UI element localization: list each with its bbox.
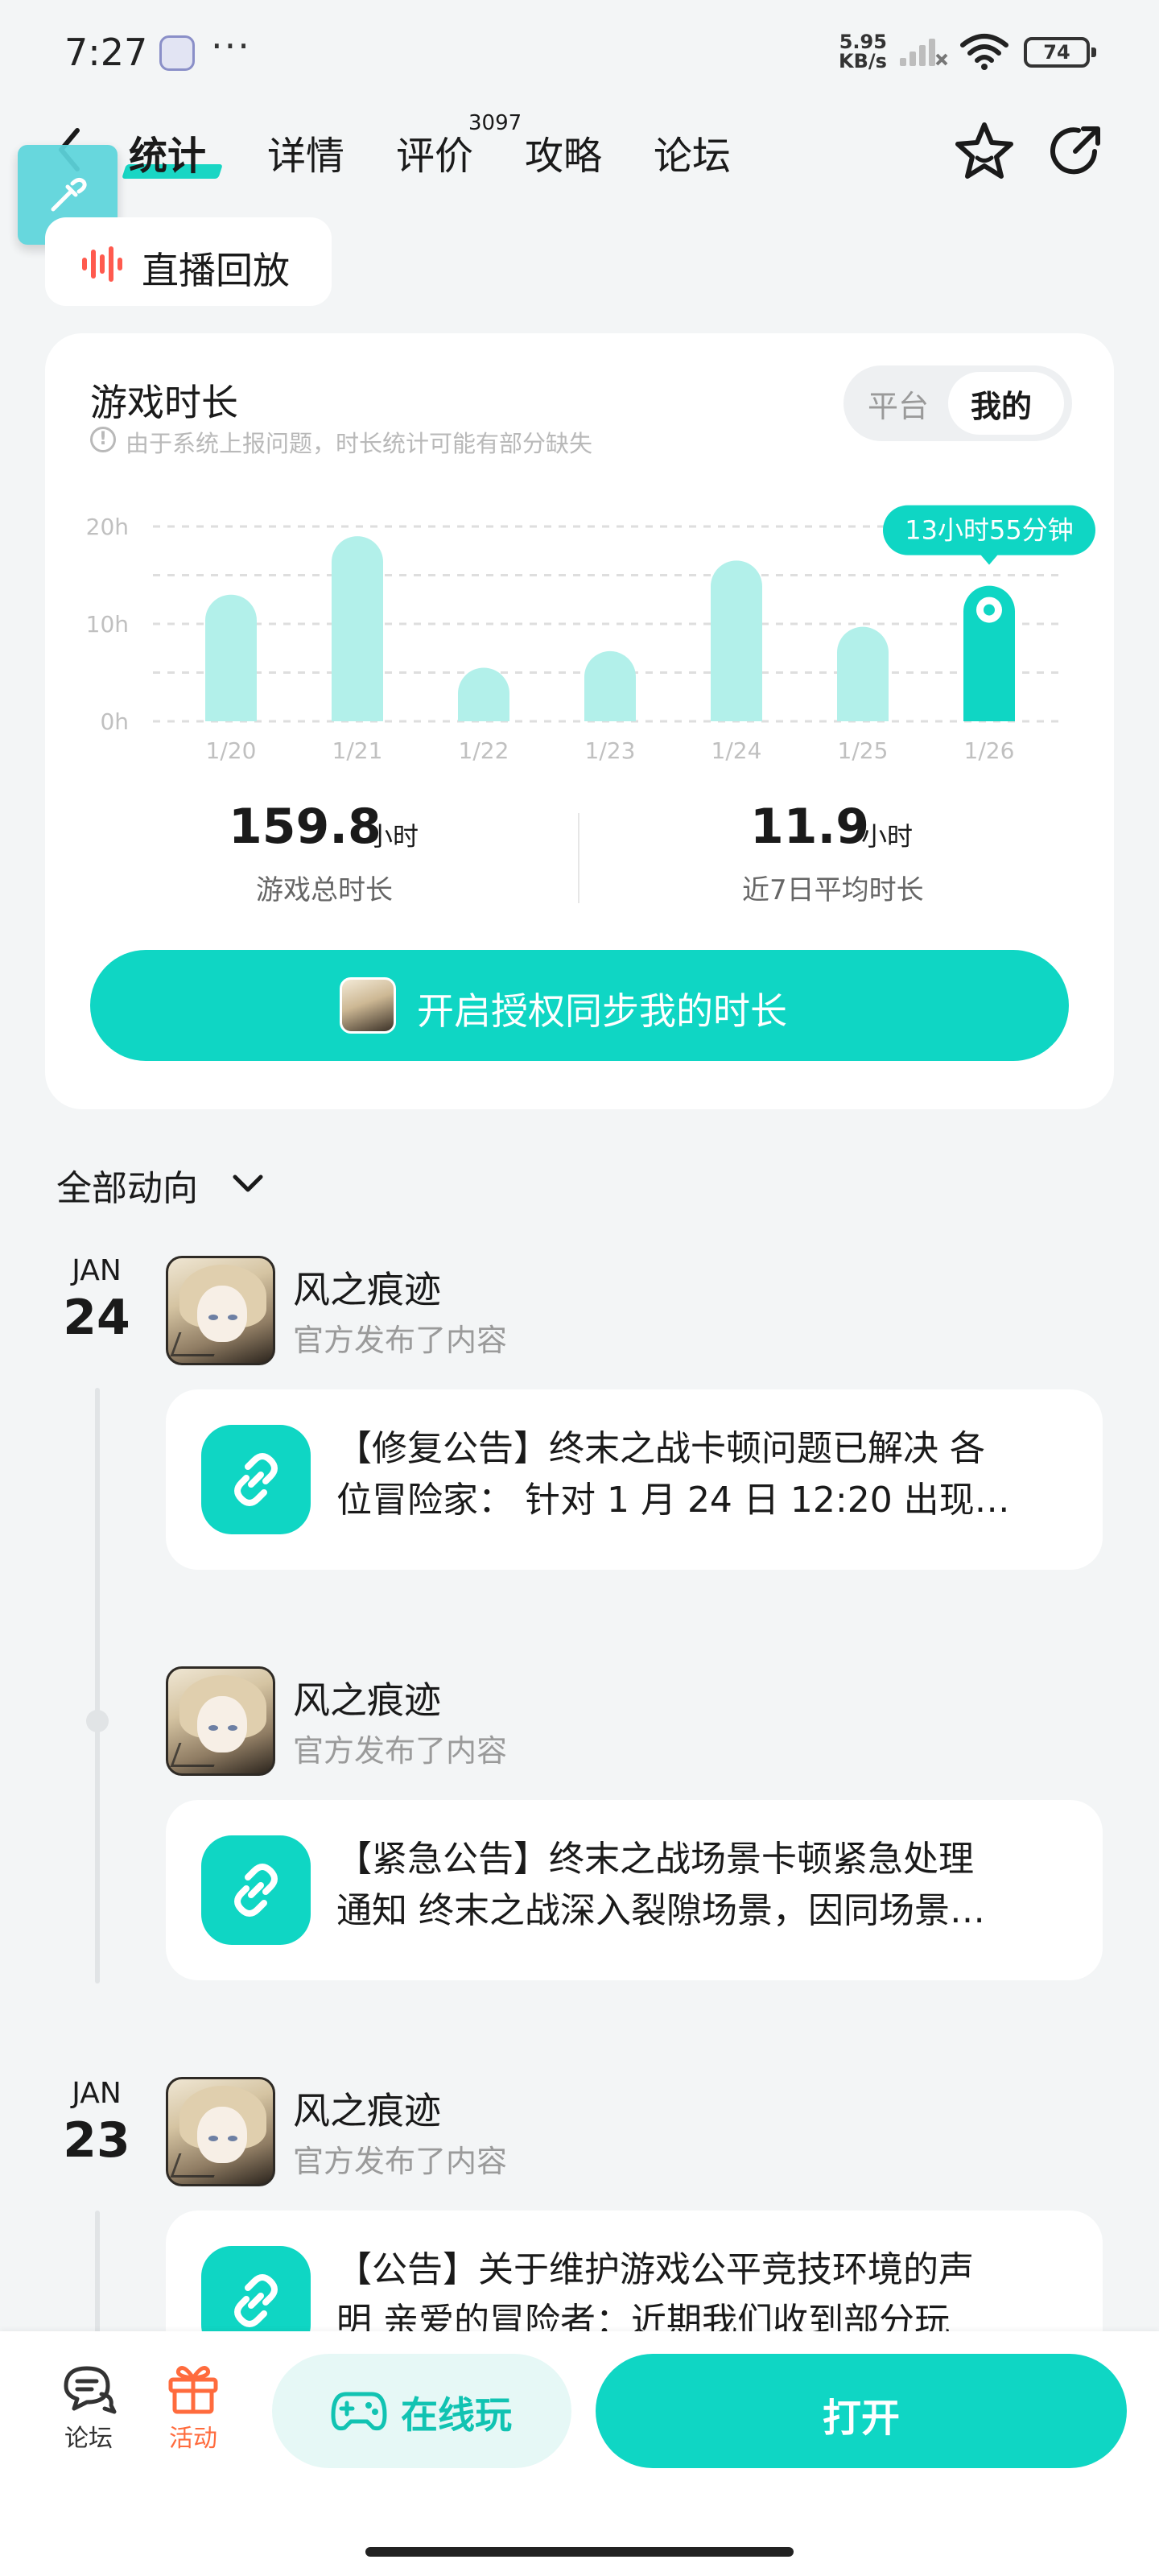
date-month: JAN [72,1254,122,1287]
network-speed-value: 5.95 [839,31,887,53]
post-content: 【修复公告】终末之战卡顿问题已解决 各 位冒险家： 针对 1 月 24 日 12… [336,1423,1070,1526]
author-avatar[interactable] [166,2077,275,2186]
post-card[interactable]: 【修复公告】终末之战卡顿问题已解决 各 位冒险家： 针对 1 月 24 日 12… [166,1389,1103,1570]
chart-bar [584,650,636,721]
notification-app-icon [159,35,195,71]
chart-x-tick-label: 1/20 [206,737,257,764]
chart-y-tick-label: 0h [100,708,129,735]
tab-reviews[interactable]: 评价 [396,124,473,180]
total-playtime-label: 游戏总时长 [256,874,393,906]
playtime-card: 游戏时长 ! 由于系统上报问题，时长统计可能有部分缺失 平台 我的 0h 10h 2… [45,333,1114,1109]
timeline-line [95,2211,100,2339]
chart-x-tick-label: 1/22 [459,737,509,764]
total-playtime-unit: 小时 [367,821,419,852]
play-online-button[interactable]: 在线玩 [272,2354,571,2468]
review-count-badge: 3097 [468,111,522,135]
game-icon [340,977,396,1034]
timeline-dot [86,1710,109,1732]
activity-nav-label: 活动 [169,2425,217,2453]
sync-playtime-label: 开启授权同步我的时长 [417,989,787,1033]
gift-icon [168,2366,218,2414]
chart-bar [332,536,383,721]
activity-nav-button[interactable]: 活动 [161,2362,225,2454]
date-day: 24 [63,1290,130,1346]
author-avatar[interactable] [166,1666,275,1776]
chart-x-tick-label: 1/23 [585,737,636,764]
link-tile [201,1425,311,1534]
chart-x-tick-label: 1/21 [332,737,383,764]
link-tile [201,1835,311,1945]
live-replay-label: 直播回放 [142,249,290,292]
battery-level: 74 [1043,41,1070,64]
home-indicator[interactable] [365,2547,794,2557]
link-icon [234,2274,278,2327]
post-card[interactable]: 【紧急公告】终末之战场景卡顿紧急处理 通知 终末之战深入裂隙场景，因同场景… [166,1800,1103,1980]
eyedropper-icon [51,177,87,212]
author-avatar[interactable] [166,1256,275,1365]
chart-bar [711,560,762,721]
post-content-line: 【紧急公告】终末之战场景卡顿紧急处理 [336,1839,974,1880]
post-content-line: 【公告】关于维护游戏公平竞技环境的声 [336,2249,974,2290]
tab-details[interactable]: 详情 [267,124,344,180]
chart-bar [837,626,889,721]
open-game-button[interactable]: 打开 [596,2354,1127,2468]
chart-bar [205,594,257,721]
link-icon [234,1453,278,1506]
post-subtitle: 官方发布了内容 [293,1323,508,1358]
chart-highlight-marker-dot [984,604,995,616]
post-author[interactable]: 风之痕迹 [293,1261,441,1314]
total-playtime-value: 159.8 [229,799,382,855]
average-playtime-value: 11.9 [750,799,870,855]
chart-tooltip-pointer [980,553,999,565]
chart-y-tick-label: 20h [86,514,129,540]
tab-guides[interactable]: 攻略 [525,124,602,180]
timeline-line [95,1388,100,1984]
network-speed-unit: KB/s [839,50,887,72]
chart-tooltip-label: 13小时55分钟 [905,515,1073,546]
post-content-line: 通知 终末之战深入裂隙场景，因同场景… [336,1890,985,1931]
wifi-icon [960,34,1008,70]
stats-divider [578,813,580,903]
average-playtime-label: 近7日平均时长 [742,874,924,906]
post-content-line: 【修复公告】终末之战卡顿问题已解决 各 [336,1428,985,1469]
post-author[interactable]: 风之痕迹 [293,1671,441,1724]
tab-stats[interactable]: 统计 [129,124,206,180]
chevron-down-icon[interactable] [230,1172,266,1195]
chart-x-tick-label: 1/24 [711,737,762,764]
post-subtitle: 官方发布了内容 [293,2144,508,2179]
share-icon[interactable] [1046,122,1104,180]
date-month: JAN [72,2077,122,2110]
sync-playtime-button[interactable]: 开启授权同步我的时长 [90,950,1069,1061]
post-content: 【紧急公告】终末之战场景卡顿紧急处理 通知 终末之战深入裂隙场景，因同场景… [336,1834,1070,1937]
favorite-icon[interactable] [953,121,1016,182]
date-day: 23 [63,2112,130,2169]
tab-forum[interactable]: 论坛 [654,124,731,180]
bottom-action-bar: 论坛 活动 在线玩 打开 [0,2331,1159,2576]
chart-x-tick-label: 1/26 [964,737,1015,764]
wave-icon [82,246,122,282]
live-replay-button[interactable]: 直播回放 [45,217,332,306]
chart-y-tick-label: 10h [86,611,129,638]
forum-nav-button[interactable]: 论坛 [56,2362,121,2454]
status-time: 7:27 [64,31,148,74]
post-content-line: 位冒险家： 针对 1 月 24 日 12:20 出现… [336,1480,1010,1521]
battery-icon: 74 [1024,37,1096,68]
more-notifications-icon: ··· [211,24,251,68]
feed-filter-dropdown[interactable]: 全部动向 [56,1159,198,1211]
average-playtime-unit: 小时 [861,821,914,852]
playtime-bar-chart: 0h 10h 20h 1/20 1/21 1/22 1/23 1/24 1/25 1/26 13小时… [86,505,1095,764]
link-icon [234,1864,278,1917]
network-speed: 5.95 KB/s [839,32,887,71]
gamepad-icon [331,2392,387,2431]
chart-bar [458,667,509,721]
post-author[interactable]: 风之痕迹 [293,2082,441,2135]
open-game-label: 打开 [822,2396,900,2441]
chart-x-tick-label: 1/25 [838,737,889,764]
forum-nav-label: 论坛 [64,2425,113,2453]
play-online-label: 在线玩 [401,2393,512,2437]
post-subtitle: 官方发布了内容 [293,1733,508,1769]
forum-icon [64,2366,117,2414]
signal-icon [900,39,948,66]
